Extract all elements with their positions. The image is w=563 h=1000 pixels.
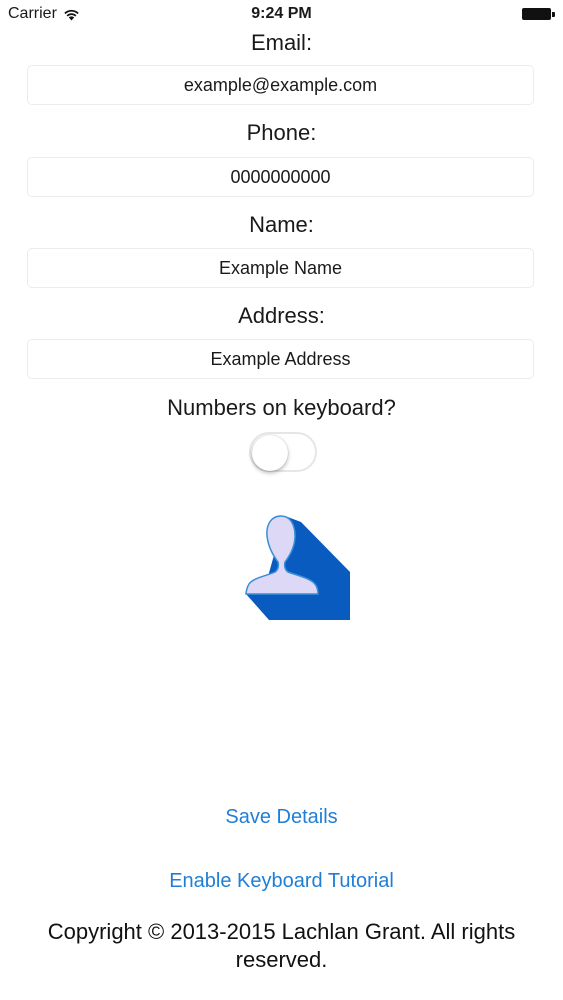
phone-label: Phone: bbox=[246, 120, 317, 145]
name-field[interactable] bbox=[27, 248, 534, 288]
address-field[interactable] bbox=[27, 339, 534, 379]
toggle-knob[interactable] bbox=[252, 435, 288, 471]
address-label: Address: bbox=[238, 303, 325, 328]
enable-keyboard-tutorial-button[interactable]: Enable Keyboard Tutorial bbox=[0, 870, 563, 893]
status-bar: Carrier 9:24 PM bbox=[0, 0, 563, 28]
status-time: 9:24 PM bbox=[251, 5, 312, 22]
battery-icon bbox=[522, 7, 555, 21]
numbers-on-keyboard-label: Numbers on keyboard? bbox=[167, 395, 396, 420]
numbers-keyboard-toggle[interactable] bbox=[249, 432, 317, 472]
save-details-button[interactable]: Save Details bbox=[0, 806, 563, 829]
copyright-text: Copyright © 2013-2015 Lachlan Grant. All… bbox=[47, 919, 516, 972]
contact-person-icon bbox=[245, 512, 351, 622]
name-label: Name: bbox=[249, 212, 314, 237]
email-field[interactable] bbox=[27, 65, 534, 105]
phone-field[interactable] bbox=[27, 157, 534, 197]
email-label: Email: bbox=[250, 30, 313, 55]
